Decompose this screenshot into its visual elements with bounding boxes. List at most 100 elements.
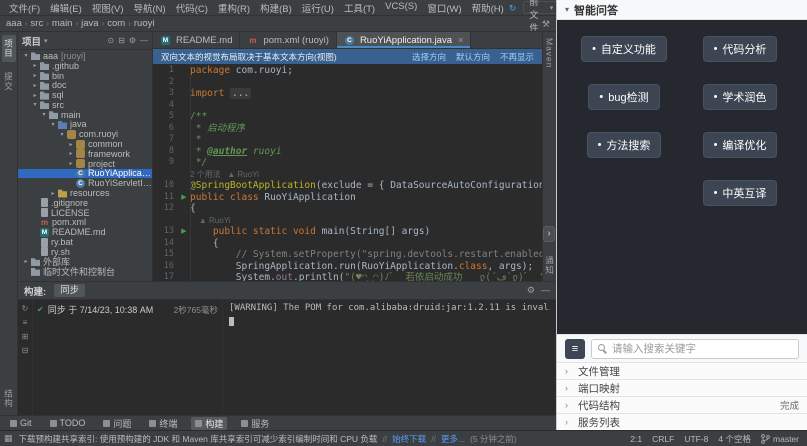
collapse-all-icon[interactable]: ⊟ bbox=[22, 346, 29, 355]
breadcrumb-item[interactable]: com bbox=[107, 18, 125, 29]
hide-panel-icon[interactable]: — bbox=[140, 36, 148, 45]
tree-item[interactable]: ▸.github bbox=[18, 61, 152, 71]
menu-item[interactable]: 运行(U) bbox=[297, 1, 339, 15]
editor-tab[interactable]: MREADME.md bbox=[153, 32, 240, 48]
hidden-strip-chevron-icon[interactable]: › bbox=[543, 226, 555, 242]
tool-stripe-button[interactable]: 结构 bbox=[2, 385, 16, 412]
tree-item[interactable]: ▾java bbox=[18, 120, 152, 130]
expand-arrow-icon[interactable]: ▸ bbox=[67, 160, 75, 167]
banner-action-link[interactable]: 默认方向 bbox=[456, 51, 490, 63]
rerun-icon[interactable]: ↻ bbox=[22, 304, 29, 313]
build-console[interactable]: [WARNING] The POM for com.alibaba:druid:… bbox=[223, 300, 556, 415]
menu-item[interactable]: 重构(R) bbox=[213, 1, 255, 15]
tree-item[interactable]: 临时文件和控制台 bbox=[18, 267, 152, 277]
run-config-selector[interactable]: 当前文件 ▾ bbox=[523, 1, 559, 14]
maven-tool-button[interactable]: Maven bbox=[545, 38, 555, 69]
menu-item[interactable]: 构建(B) bbox=[255, 1, 297, 15]
collapse-all-icon[interactable]: ⊟ bbox=[118, 36, 125, 45]
menu-item[interactable]: VCS(S) bbox=[380, 1, 422, 15]
update-project-icon[interactable]: ↻ bbox=[509, 1, 517, 15]
expand-all-icon[interactable]: ⊞ bbox=[22, 332, 29, 341]
tool-stripe-button[interactable]: 提交 bbox=[2, 68, 16, 95]
tree-item[interactable]: MREADME.md bbox=[18, 227, 152, 237]
status-action-link[interactable]: 始终下载 bbox=[392, 433, 426, 445]
assistant-section[interactable]: ›代码结构完成 bbox=[557, 396, 807, 413]
run-gutter-icon[interactable]: ▶ bbox=[178, 226, 190, 238]
expand-arrow-icon[interactable]: ▾ bbox=[31, 101, 39, 108]
menu-button[interactable]: ≡ bbox=[565, 339, 585, 359]
encoding-widget[interactable]: UTF-8 bbox=[684, 434, 708, 444]
breadcrumb-item[interactable]: aaa bbox=[6, 18, 22, 29]
build-sync-entry[interactable]: ✔ 同步 于 7/14/23, 10:38 AM 2秒765毫秒 bbox=[37, 303, 218, 316]
assistant-button[interactable]: •中英互译 bbox=[703, 180, 778, 206]
editor-tab[interactable]: CRuoYiApplication.java× bbox=[337, 32, 471, 48]
tool-window-button[interactable]: 问题 bbox=[99, 417, 135, 430]
tree-item[interactable]: ▸project bbox=[18, 159, 152, 169]
tool-window-button[interactable]: TODO bbox=[46, 417, 90, 430]
tree-item[interactable]: mpom.xml bbox=[18, 218, 152, 228]
tree-item[interactable]: LICENSE bbox=[18, 208, 152, 218]
breadcrumb-item[interactable]: src bbox=[31, 18, 44, 29]
filter-icon[interactable]: ≡ bbox=[23, 318, 28, 327]
breadcrumb-item[interactable]: main bbox=[52, 18, 73, 29]
assistant-button[interactable]: •学术润色 bbox=[703, 84, 778, 110]
expand-arrow-icon[interactable]: ▾ bbox=[40, 111, 48, 118]
expand-arrow-icon[interactable]: ▾ bbox=[22, 52, 30, 59]
expand-arrow-icon[interactable]: ▸ bbox=[49, 190, 57, 197]
menu-item[interactable]: 编辑(E) bbox=[45, 1, 87, 15]
tree-item[interactable]: ▸bin bbox=[18, 71, 152, 81]
run-gutter-icon[interactable]: ▶ bbox=[178, 192, 190, 204]
tool-window-button[interactable]: Git bbox=[6, 417, 36, 430]
tree-item[interactable]: ▸resources bbox=[18, 188, 152, 198]
caret-position-widget[interactable]: 2:1 bbox=[630, 434, 642, 444]
tool-stripe-button[interactable]: 项目 bbox=[2, 35, 16, 62]
tree-item[interactable]: ▾aaa[ruoyi] bbox=[18, 51, 152, 61]
git-branch-widget[interactable]: master bbox=[761, 434, 799, 444]
tree-item[interactable]: ▾com.ruoyi bbox=[18, 129, 152, 139]
tree-item[interactable]: ▸外部库 bbox=[18, 257, 152, 267]
expand-arrow-icon[interactable]: ▸ bbox=[31, 92, 39, 99]
expand-arrow-icon[interactable]: ▾ bbox=[58, 131, 66, 138]
banner-action-link[interactable]: 不再显示 bbox=[500, 51, 534, 63]
tree-item[interactable]: ▸framework bbox=[18, 149, 152, 159]
assistant-button[interactable]: •自定义功能 bbox=[581, 36, 667, 62]
tree-item[interactable]: ry.sh bbox=[18, 247, 152, 257]
assistant-section[interactable]: ›服务列表 bbox=[557, 413, 807, 430]
expand-arrow-icon[interactable]: ▸ bbox=[31, 82, 39, 89]
search-input-field[interactable] bbox=[612, 343, 792, 355]
tree-item[interactable]: ▸doc bbox=[18, 80, 152, 90]
expand-arrow-icon[interactable]: ▸ bbox=[67, 150, 75, 157]
build-tab-sync[interactable]: 同步 bbox=[54, 284, 85, 297]
code-area[interactable]: 1package com.ruoyi;23import ...45/**6 * … bbox=[153, 64, 542, 281]
expand-arrow-icon[interactable]: ▸ bbox=[31, 72, 39, 79]
status-action-link[interactable]: 更多... bbox=[441, 433, 465, 445]
notifications-tool-button[interactable]: 通知 bbox=[544, 256, 556, 275]
chevron-down-icon[interactable]: ▾ bbox=[44, 37, 48, 45]
menu-item[interactable]: 视图(V) bbox=[87, 1, 129, 15]
indent-widget[interactable]: 4 个空格 bbox=[718, 433, 751, 445]
close-icon[interactable]: × bbox=[458, 35, 463, 45]
assistant-section[interactable]: ›端口映射 bbox=[557, 379, 807, 396]
assistant-button[interactable]: •代码分析 bbox=[703, 36, 778, 62]
menu-item[interactable]: 代码(C) bbox=[171, 1, 213, 15]
expand-arrow-icon[interactable]: ▸ bbox=[67, 141, 75, 148]
assistant-button[interactable]: •方法搜索 bbox=[587, 132, 662, 158]
tree-item[interactable]: CRuoYiApplication bbox=[18, 169, 152, 179]
expand-arrow-icon[interactable]: ▸ bbox=[31, 62, 39, 69]
line-separator-widget[interactable]: CRLF bbox=[652, 434, 674, 444]
gear-icon[interactable]: ⚙ bbox=[527, 285, 535, 296]
tree-item[interactable]: .gitignore bbox=[18, 198, 152, 208]
tool-window-button[interactable]: 构建 bbox=[191, 417, 227, 430]
menu-item[interactable]: 窗口(W) bbox=[422, 1, 466, 15]
tree-item[interactable]: ry.bat bbox=[18, 237, 152, 247]
tree-item[interactable]: CRuoYiServletInitializer bbox=[18, 178, 152, 188]
assistant-button[interactable]: •编译优化 bbox=[703, 132, 778, 158]
build-hammer-icon[interactable]: ⚒ bbox=[542, 17, 550, 31]
expand-arrow-icon[interactable]: ▾ bbox=[49, 121, 57, 128]
banner-action-link[interactable]: 选择方向 bbox=[412, 51, 446, 63]
hide-panel-icon[interactable]: — bbox=[541, 285, 550, 296]
menu-item[interactable]: 文件(F) bbox=[4, 1, 45, 15]
menu-item[interactable]: 工具(T) bbox=[339, 1, 380, 15]
tool-window-button[interactable]: 终端 bbox=[145, 417, 181, 430]
locate-file-icon[interactable]: ⊙ bbox=[107, 36, 114, 45]
